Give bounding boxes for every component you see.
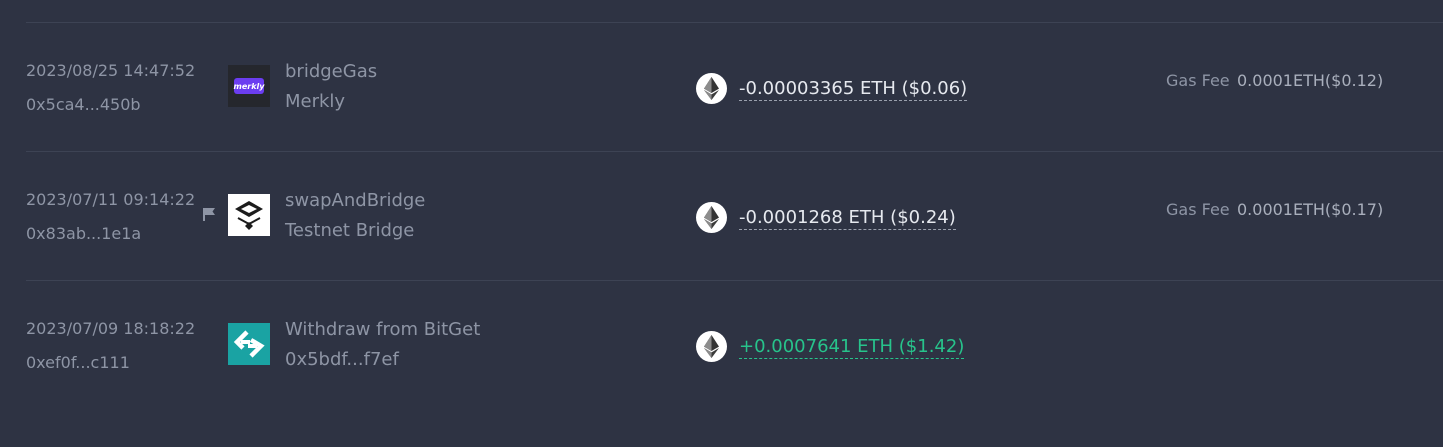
flag-icon[interactable] [201, 206, 217, 222]
transaction-row[interactable]: 2023/08/25 14:47:52 0x5ca4...450b merkly… [0, 22, 1443, 151]
ethereum-icon [696, 331, 727, 362]
gas-fee-value: 0.0001ETH($0.12) [1237, 71, 1384, 90]
tx-action: bridgeGas [285, 61, 378, 82]
merkly-logo-text: merkly [234, 82, 266, 91]
tx-target[interactable]: 0x5bdf...f7ef [285, 349, 399, 370]
tx-time: 2023/07/11 09:14:22 [26, 190, 196, 209]
tx-amount[interactable]: -0.0001268 ETH ($0.24) [739, 207, 956, 230]
tx-hash[interactable]: 0x5ca4...450b [26, 95, 141, 114]
tx-hash[interactable]: 0xef0f...c111 [26, 353, 130, 372]
bitget-logo [228, 323, 270, 365]
transaction-row[interactable]: 2023/07/09 18:18:22 0xef0f...c111 Withdr… [0, 280, 1443, 409]
gas-fee-label: Gas Fee [1166, 71, 1230, 90]
tx-amount[interactable]: -0.00003365 ETH ($0.06) [739, 78, 968, 101]
tx-amount[interactable]: +0.0007641 ETH ($1.42) [739, 336, 965, 359]
tx-target[interactable]: Testnet Bridge [285, 220, 414, 241]
tx-action: swapAndBridge [285, 190, 426, 211]
transaction-list: 2023/08/25 14:47:52 0x5ca4...450b merkly… [0, 0, 1443, 447]
tx-time: 2023/07/09 18:18:22 [26, 319, 196, 338]
tx-hash[interactable]: 0x83ab...1e1a [26, 224, 141, 243]
testnet-bridge-logo [228, 194, 270, 236]
tx-target[interactable]: Merkly [285, 91, 345, 112]
transaction-row[interactable]: 2023/07/11 09:14:22 0x83ab...1e1a swapAn… [0, 151, 1443, 280]
tx-time: 2023/08/25 14:47:52 [26, 61, 196, 80]
gas-fee-label: Gas Fee [1166, 200, 1230, 219]
ethereum-icon [696, 73, 727, 104]
ethereum-icon [696, 202, 727, 233]
merkly-logo: merkly [228, 65, 270, 107]
gas-fee-value: 0.0001ETH($0.17) [1237, 200, 1384, 219]
tx-action: Withdraw from BitGet [285, 319, 481, 340]
